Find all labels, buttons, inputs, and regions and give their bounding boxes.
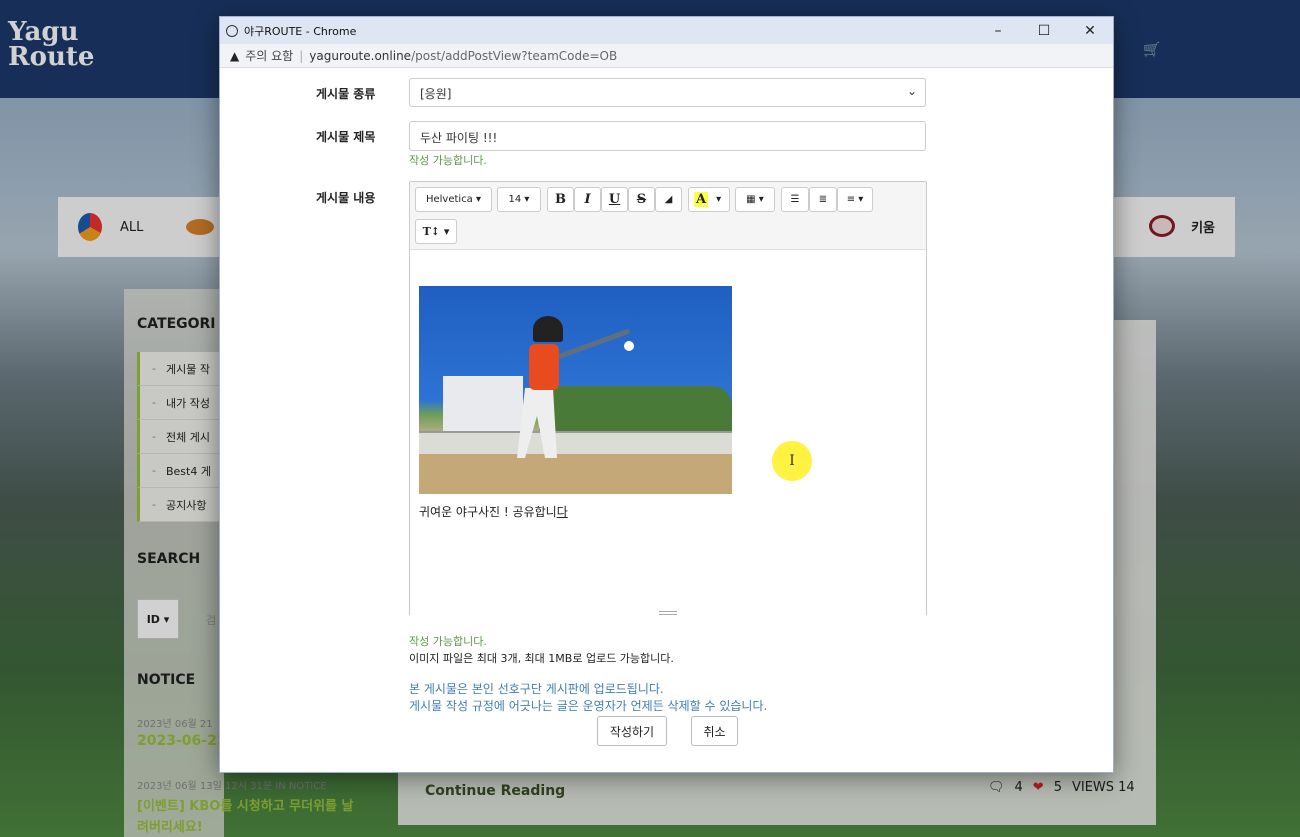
type-label: 게시물 종류 bbox=[316, 87, 376, 101]
caption-cursor-char: 다 bbox=[556, 505, 568, 519]
content-label: 게시물 내용 bbox=[316, 191, 376, 205]
table-button[interactable]: ▦ ▾ bbox=[735, 187, 775, 212]
globe-icon bbox=[226, 24, 238, 37]
address-bar[interactable]: ▲ 주의 요함 | yaguroute.online /post/addPost… bbox=[220, 44, 1113, 68]
rule-notice: 게시물 작성 규정에 어긋나는 글은 운영자가 언제든 삭제할 수 있습니다. bbox=[409, 699, 768, 713]
url-host[interactable]: yaguroute.online bbox=[309, 49, 411, 63]
uploaded-baseball-photo[interactable] bbox=[419, 286, 732, 494]
window-titlebar[interactable]: 야구ROUTE - Chrome – ☐ ✕ bbox=[220, 17, 1113, 44]
photo-batter-jersey bbox=[529, 344, 559, 390]
photo-bat bbox=[558, 328, 631, 359]
rich-text-editor: Helvetica ▾ 14 ▾ B I U S ◢ A ▾ ▦ ▾ ☰ ≣ ≡… bbox=[409, 181, 927, 616]
photo-ball bbox=[624, 341, 634, 351]
font-family-dropdown[interactable]: Helvetica ▾ bbox=[415, 187, 492, 212]
ordered-list-icon[interactable]: ≣ bbox=[809, 187, 837, 212]
strikethrough-button[interactable]: S bbox=[628, 187, 655, 212]
highlight-a-icon: A bbox=[694, 192, 709, 207]
align-dropdown[interactable]: ≡ ▾ bbox=[837, 187, 873, 212]
image-upload-rule: 이미지 파일은 최대 3개, 최대 1MB로 업로드 가능합니다. bbox=[409, 652, 674, 665]
minimize-button[interactable]: – bbox=[975, 17, 1021, 44]
italic-button[interactable]: I bbox=[574, 187, 601, 212]
window-controls: – ☐ ✕ bbox=[975, 17, 1113, 44]
close-button[interactable]: ✕ bbox=[1067, 17, 1113, 44]
photo-ground bbox=[419, 454, 732, 494]
text-color-button[interactable]: A ▾ bbox=[688, 187, 730, 212]
font-size-dropdown[interactable]: 14 ▾ bbox=[497, 187, 541, 212]
post-type-select[interactable]: [응원] ⌄ bbox=[409, 78, 926, 107]
security-label[interactable]: 주의 요함 bbox=[245, 47, 293, 64]
line-height-dropdown[interactable]: T↕ ▾ bbox=[415, 219, 457, 244]
bold-button[interactable]: B bbox=[547, 187, 574, 212]
editor-content-area[interactable]: 귀여운 야구사진 ! 공유합니다 bbox=[410, 250, 926, 616]
caption-text: 귀여운 야구사진 ! 공유합니 bbox=[419, 505, 557, 519]
eraser-icon[interactable]: ◢ bbox=[655, 187, 682, 212]
board-notice: 본 게시물은 본인 선호구단 게시판에 업로드됩니다. bbox=[409, 682, 664, 696]
title-label: 게시물 제목 bbox=[316, 130, 376, 144]
cursor-highlight: I bbox=[772, 441, 812, 481]
popup-window: 야구ROUTE - Chrome – ☐ ✕ ▲ 주의 요함 | yagurou… bbox=[219, 16, 1114, 773]
warning-icon[interactable]: ▲ bbox=[230, 49, 239, 63]
post-title-input[interactable]: 두산 파이팅 !!! bbox=[409, 121, 926, 151]
address-separator: | bbox=[299, 48, 304, 63]
photo-trees bbox=[539, 386, 732, 434]
post-type-value: [응원] bbox=[420, 87, 452, 101]
window-title: 야구ROUTE - Chrome bbox=[244, 24, 357, 38]
editor-resize-handle[interactable] bbox=[659, 611, 677, 615]
editor-toolbar: Helvetica ▾ 14 ▾ B I U S ◢ A ▾ ▦ ▾ ☰ ≣ ≡… bbox=[410, 182, 926, 250]
underline-button[interactable]: U bbox=[601, 187, 628, 212]
maximize-button[interactable]: ☐ bbox=[1021, 17, 1067, 44]
cancel-button[interactable]: 취소 bbox=[691, 716, 738, 746]
color-dropdown[interactable]: ▾ bbox=[716, 194, 721, 205]
editor-caption-text[interactable]: 귀여운 야구사진 ! 공유합니다 bbox=[419, 503, 568, 520]
submit-button[interactable]: 작성하기 bbox=[597, 716, 667, 746]
content-validation-message: 작성 가능합니다. bbox=[409, 635, 487, 648]
unordered-list-icon[interactable]: ☰ bbox=[781, 187, 809, 212]
photo-batter-helmet bbox=[533, 316, 563, 342]
chevron-down-icon: ⌄ bbox=[906, 84, 917, 98]
url-path[interactable]: /post/addPostView?teamCode=OB bbox=[411, 49, 617, 63]
text-cursor-icon: I bbox=[789, 453, 795, 469]
photo-house bbox=[443, 376, 523, 438]
title-validation-message: 작성 가능합니다. bbox=[409, 154, 487, 167]
post-form: 게시물 종류 [응원] ⌄ 게시물 제목 두산 파이팅 !!! 작성 가능합니다… bbox=[220, 69, 1113, 772]
